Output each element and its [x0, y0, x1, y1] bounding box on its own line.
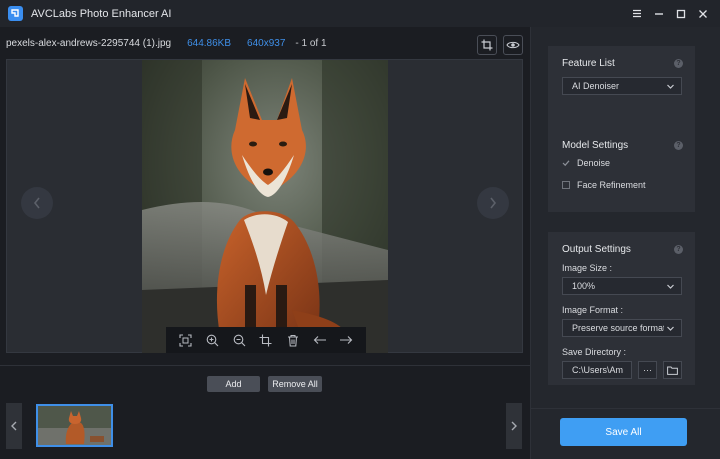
feature-select[interactable]: AI Denoiser [562, 77, 682, 95]
page-indicator: - 1 of 1 [295, 38, 327, 49]
model-settings-card: Model Settings ? Denoise Face Refinement [548, 128, 695, 212]
arrow-right-icon[interactable] [338, 332, 354, 348]
image-size-select[interactable]: 100% [562, 277, 682, 295]
feature-list-title: Feature List [562, 58, 615, 69]
face-refinement-label: Face Refinement [577, 180, 646, 190]
zoom-in-icon[interactable] [204, 332, 220, 348]
image-format-label: Image Format : [562, 305, 624, 315]
denoise-checkbox[interactable] [562, 159, 570, 167]
save-directory-label: Save Directory : [562, 347, 627, 357]
zoom-out-icon[interactable] [231, 332, 247, 348]
image-format-select[interactable]: Preserve source format [562, 319, 682, 337]
menu-icon[interactable] [626, 0, 648, 27]
chevron-right-icon [511, 421, 517, 431]
chevron-down-icon [667, 326, 674, 331]
save-all-button[interactable]: Save All [560, 418, 687, 446]
trash-icon[interactable] [285, 332, 301, 348]
add-button[interactable]: Add [207, 376, 260, 392]
divider [531, 408, 720, 409]
denoise-option[interactable]: Denoise [562, 158, 610, 168]
chevron-down-icon [667, 84, 674, 89]
crop-icon[interactable] [477, 35, 497, 55]
fit-icon[interactable] [177, 332, 193, 348]
prev-image-button[interactable] [21, 187, 53, 219]
chevron-down-icon [667, 284, 674, 289]
thumbnail-next-button[interactable] [506, 403, 522, 449]
chevron-left-icon [33, 197, 40, 209]
image-size-value: 100% [572, 281, 596, 291]
output-settings-title: Output Settings [562, 244, 631, 255]
face-refinement-option[interactable]: Face Refinement [562, 180, 646, 190]
folder-icon [667, 366, 678, 375]
feature-select-value: AI Denoiser [572, 81, 620, 91]
preview-photo [142, 60, 388, 353]
app-title: AVCLabs Photo Enhancer AI [31, 7, 172, 20]
image-viewer [6, 59, 523, 353]
thumbnail-strip [0, 399, 530, 459]
eye-icon[interactable] [503, 35, 523, 55]
check-icon [562, 160, 570, 167]
image-toolbar [166, 327, 366, 353]
close-icon[interactable] [692, 0, 714, 27]
chevron-right-icon [490, 197, 497, 209]
face-refinement-checkbox[interactable] [562, 181, 570, 189]
divider [0, 365, 530, 366]
title-bar: AVCLabs Photo Enhancer AI [0, 0, 720, 27]
workspace-panel: pexels-alex-andrews-2295744 (1).jpg 644.… [0, 27, 530, 459]
help-icon[interactable]: ? [674, 59, 683, 68]
next-image-button[interactable] [477, 187, 509, 219]
image-size-label: Image Size : [562, 263, 613, 273]
denoise-label: Denoise [577, 158, 611, 168]
minimize-icon[interactable] [648, 0, 670, 27]
chevron-left-icon [11, 421, 17, 431]
file-info-bar: pexels-alex-andrews-2295744 (1).jpg 644.… [6, 38, 327, 49]
maximize-icon[interactable] [670, 0, 692, 27]
settings-panel: Feature List ? AI Denoiser Model Setting… [530, 27, 720, 459]
open-folder-button[interactable] [663, 361, 682, 379]
thumbnail-item[interactable] [36, 404, 113, 447]
arrow-left-icon[interactable] [312, 332, 328, 348]
crop-icon[interactable] [258, 332, 274, 348]
image-format-value: Preserve source format [572, 323, 664, 333]
file-dimensions: 640x937 [247, 38, 286, 49]
model-settings-title: Model Settings [562, 140, 629, 151]
file-size: 644.86KB [187, 38, 232, 49]
help-icon[interactable]: ? [674, 245, 683, 254]
app-logo-icon [8, 6, 23, 21]
output-settings-card: Output Settings ? Image Size : 100% Imag… [548, 232, 695, 385]
file-name: pexels-alex-andrews-2295744 (1).jpg [6, 38, 172, 49]
feature-list-card: Feature List ? AI Denoiser [548, 46, 695, 132]
thumbnail-prev-button[interactable] [6, 403, 22, 449]
save-directory-input[interactable]: C:\Users\Am [562, 361, 632, 379]
help-icon[interactable]: ? [674, 141, 683, 150]
browse-button[interactable]: ··· [638, 361, 657, 379]
remove-all-button[interactable]: Remove All [268, 376, 322, 392]
